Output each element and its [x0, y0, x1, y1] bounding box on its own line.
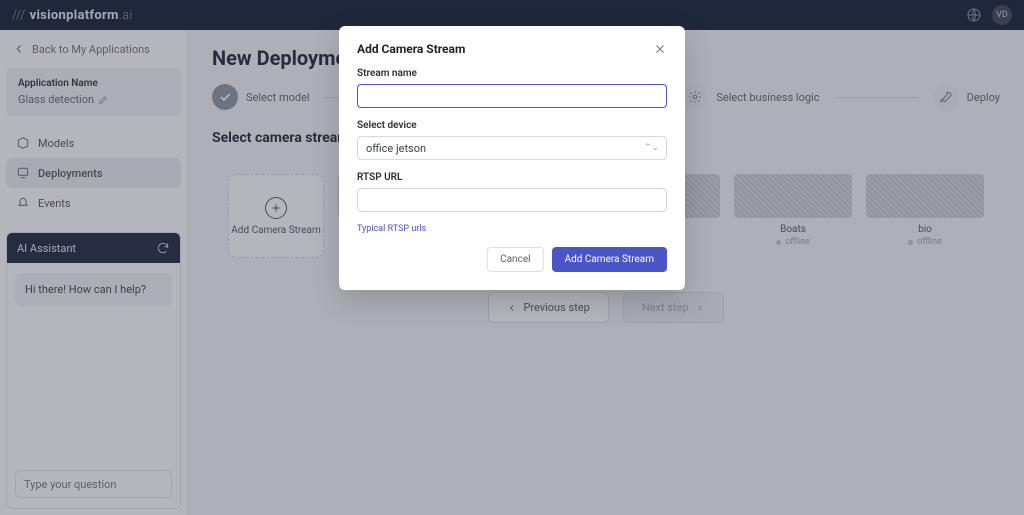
device-label: Select device	[357, 120, 667, 131]
add-camera-modal: Add Camera Stream Stream name Select dev…	[339, 26, 685, 290]
stream-name-label: Stream name	[357, 68, 667, 79]
rtsp-url-input[interactable]	[357, 188, 667, 212]
device-select[interactable]	[357, 136, 667, 160]
rtsp-url-label: RTSP URL	[357, 172, 667, 183]
stream-name-input[interactable]	[357, 84, 667, 108]
close-icon[interactable]	[653, 42, 667, 56]
modal-title: Add Camera Stream	[357, 42, 465, 56]
add-camera-submit-button[interactable]: Add Camera Stream	[552, 247, 667, 272]
cancel-button[interactable]: Cancel	[487, 247, 543, 272]
typical-rtsp-link[interactable]: Typical RTSP urls	[357, 224, 426, 234]
